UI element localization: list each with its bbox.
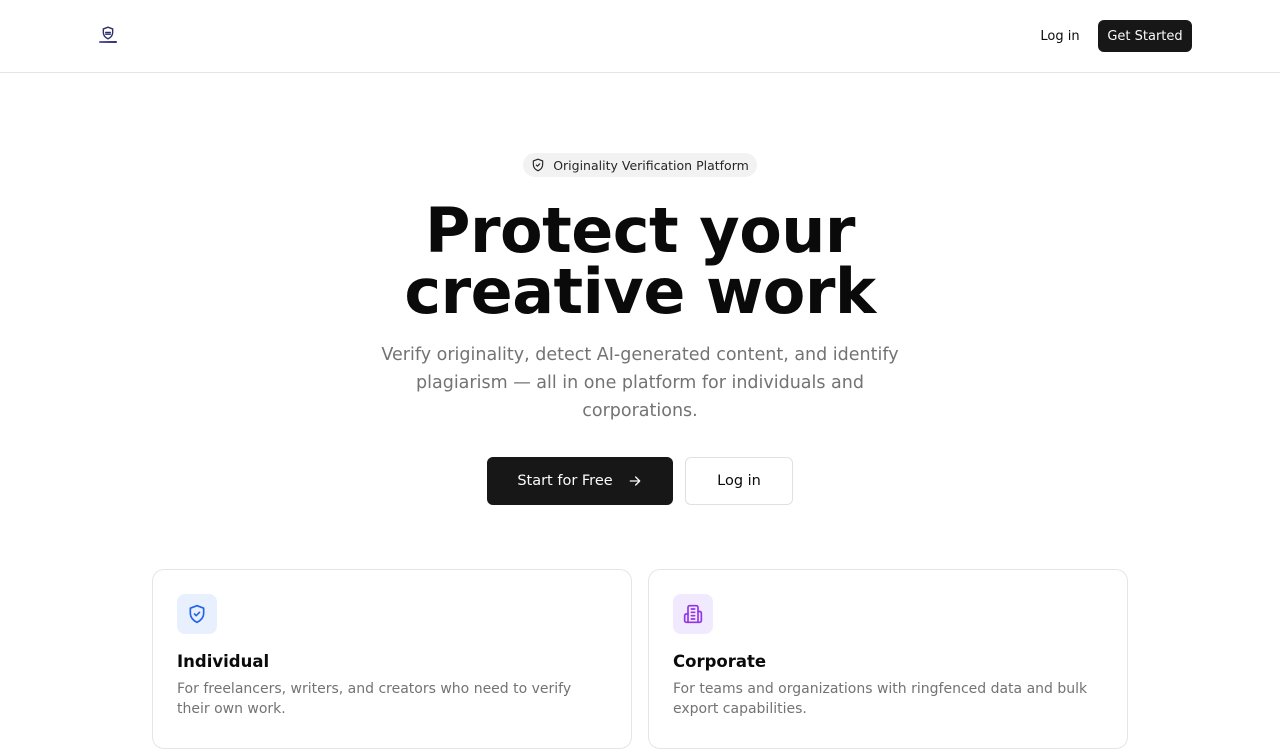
building-icon bbox=[683, 604, 703, 624]
start-for-free-button[interactable]: Start for Free bbox=[487, 457, 673, 505]
header-login-link[interactable]: Log in bbox=[1030, 20, 1090, 52]
hero-title: Protect your creative work bbox=[240, 194, 1040, 328]
individual-icon-tile bbox=[177, 594, 217, 634]
hero-title-line-1: Protect your bbox=[425, 194, 856, 267]
card-title: Corporate bbox=[673, 652, 767, 671]
card-title: Individual bbox=[177, 652, 270, 671]
hero-subtitle: Verify originality, detect AI-generated … bbox=[381, 345, 899, 421]
get-started-button[interactable]: Get Started bbox=[1098, 20, 1192, 52]
individual-plan-card[interactable]: Individual For freelancers, writers, and… bbox=[152, 569, 632, 749]
corporate-plan-card[interactable]: Corporate For teams and organizations wi… bbox=[648, 569, 1128, 749]
badge-label: Originality Verification Platform bbox=[553, 157, 749, 173]
brand-logo[interactable] bbox=[98, 26, 118, 44]
start-for-free-label: Start for Free bbox=[517, 473, 613, 489]
shield-check-icon bbox=[532, 158, 544, 172]
platform-badge: Originality Verification Platform bbox=[523, 153, 757, 177]
corporate-icon-tile bbox=[673, 594, 713, 634]
card-description: For teams and organizations with ringfen… bbox=[673, 681, 1088, 717]
shield-check-icon bbox=[189, 604, 205, 624]
hero-title-line-2: creative work bbox=[404, 255, 876, 328]
site-header: Log in Get Started bbox=[0, 0, 1280, 73]
card-description: For freelancers, writers, and creators w… bbox=[177, 681, 572, 717]
logo-wordmark bbox=[99, 41, 117, 43]
hero-login-button[interactable]: Log in bbox=[685, 457, 793, 505]
arrow-right-icon bbox=[629, 476, 641, 486]
shield-logo-icon bbox=[102, 26, 114, 40]
